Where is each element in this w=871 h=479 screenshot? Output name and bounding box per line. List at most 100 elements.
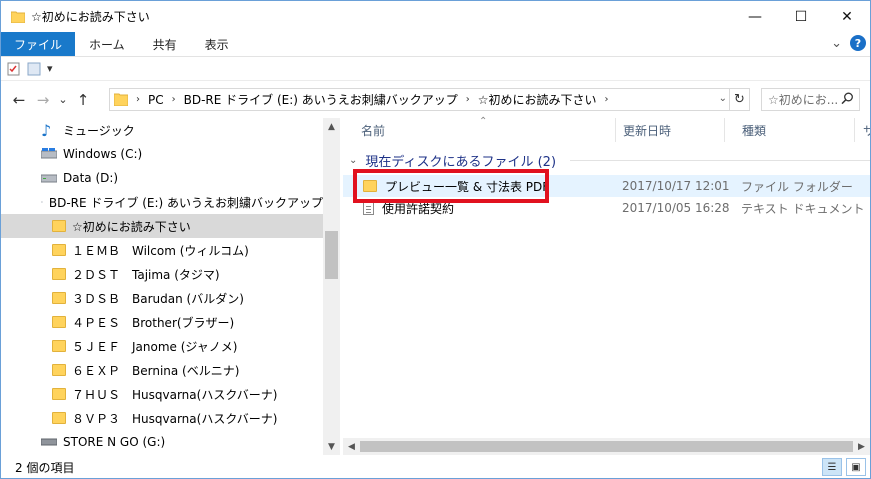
tab-share[interactable]: 共有 [139, 32, 191, 56]
nav-item-label: ５ＪＥＦ Janome (ジャノメ) [72, 339, 238, 354]
nav-item-data-d[interactable]: Data (D:) [1, 166, 323, 190]
nav-item-label: １ＥＭＢ Wilcom (ウィルコム) [72, 243, 249, 258]
breadcrumb-folder[interactable]: ☆初めにお読み下さい [478, 91, 597, 108]
scroll-thumb[interactable] [360, 441, 853, 452]
file-type: テキスト ドキュメント [741, 201, 865, 216]
drive-icon [41, 148, 57, 159]
folder-icon [52, 292, 66, 304]
breadcrumb-separator[interactable]: › [136, 94, 140, 105]
search-icon[interactable] [841, 92, 854, 105]
nav-item-label: ２ＤＳＴ Tajima (タジマ) [72, 267, 220, 282]
nav-item-label: ４ＰＥＳ Brother(ブラザー) [72, 315, 235, 330]
status-bar: 2 個の項目 ☰ ▣ [1, 455, 870, 478]
scroll-right-icon[interactable]: ▶ [853, 438, 870, 455]
tab-home[interactable]: ホーム [75, 32, 139, 56]
breadcrumb-separator[interactable]: › [466, 94, 470, 105]
back-icon[interactable]: ← [9, 90, 29, 110]
folder-icon [52, 220, 66, 232]
column-type[interactable]: 種類 [724, 118, 854, 142]
nav-item-label: Data (D:) [63, 171, 119, 185]
horizontal-scrollbar[interactable]: ◀ ▶ [343, 438, 870, 455]
group-header[interactable]: ⌄ 現在ディスクにあるファイル (2) [349, 151, 870, 170]
text-document-icon [363, 201, 374, 215]
nav-item-label: ７ＨＵＳ Husqvarna(ハスクバーナ) [72, 387, 278, 402]
nav-item-bd-drive[interactable]: BD-RE ドライブ (E:) あいうえお刺繍バックアップ [1, 190, 323, 214]
scroll-thumb[interactable] [325, 231, 338, 279]
folder-icon [114, 93, 128, 106]
nav-item-folder[interactable]: １ＥＭＢ Wilcom (ウィルコム) [1, 238, 323, 262]
address-row: ← → ⌄ ↑ › PC › BD-RE ドライブ (E:) あいうえお刺繍バッ… [1, 80, 870, 118]
address-bar[interactable]: › PC › BD-RE ドライブ (E:) あいうえお刺繍バックアップ › ☆… [109, 88, 750, 111]
nav-item-label: ミュージック [63, 123, 135, 138]
folder-icon [52, 244, 66, 256]
tab-view[interactable]: 表示 [191, 32, 243, 56]
scroll-up-icon[interactable]: ▲ [323, 118, 340, 135]
help-icon[interactable]: ? [850, 35, 866, 51]
nav-item-label: STORE N GO (G:) [63, 435, 166, 449]
column-date[interactable]: 更新日時 [605, 118, 724, 142]
new-folder-icon[interactable] [27, 62, 41, 76]
quick-access-toolbar: ▾ [1, 56, 870, 80]
refresh-icon[interactable]: ↻ [729, 89, 749, 110]
address-dropdown-icon[interactable]: ⌄ [719, 93, 727, 104]
nav-item-folder[interactable]: ２ＤＳＴ Tajima (タジマ) [1, 262, 323, 286]
properties-icon[interactable] [7, 62, 21, 76]
group-label: 現在ディスクにあるファイル (2) [365, 155, 557, 170]
breadcrumb-separator[interactable]: › [605, 94, 609, 105]
ribbon-tabs: ファイル ホーム 共有 表示 ⌄ ? [1, 32, 870, 56]
nav-item-label: ☆初めにお読み下さい [72, 219, 191, 234]
drive-icon [41, 174, 57, 183]
file-date: 2017/10/05 16:28 [622, 201, 730, 215]
drive-icon [41, 438, 57, 446]
search-box[interactable]: ☆初めにお... [761, 88, 860, 111]
customize-toolbar-icon[interactable]: ▾ [47, 62, 53, 75]
item-count: 2 個の項目 [15, 460, 75, 475]
nav-item-folder[interactable]: ７ＨＵＳ Husqvarna(ハスクバーナ) [1, 382, 323, 406]
breadcrumb-drive[interactable]: BD-RE ドライブ (E:) あいうえお刺繍バックアップ [184, 91, 458, 108]
maximize-button[interactable]: ☐ [778, 1, 824, 32]
details-view-icon[interactable]: ☰ [822, 458, 842, 476]
minimize-button[interactable]: — [732, 1, 778, 32]
column-name[interactable]: 名前 [343, 118, 615, 142]
column-headers: ⌃ 名前 更新日時 種類 サ [343, 116, 870, 142]
navigation-pane: ♪ ミュージック Windows (C:) Data (D:) BD-RE ドラ… [1, 118, 340, 455]
nav-item-label: ３ＤＳＢ Barudan (バルダン) [72, 291, 244, 306]
column-size[interactable]: サ [845, 118, 870, 142]
nav-item-windows-c[interactable]: Windows (C:) [1, 142, 323, 166]
explorer-window: ☆初めにお読み下さい — ☐ ✕ ファイル ホーム 共有 表示 ⌄ ? ▾ ← … [0, 0, 871, 479]
nav-item-label: Windows (C:) [63, 147, 143, 161]
nav-item-folder[interactable]: ６ＥＸＰ Bernina (ベルニナ) [1, 358, 323, 382]
folder-icon [52, 364, 66, 376]
scroll-down-icon[interactable]: ▼ [323, 438, 340, 455]
close-button[interactable]: ✕ [824, 1, 870, 32]
search-input[interactable]: ☆初めにお... [768, 91, 838, 108]
scroll-left-icon[interactable]: ◀ [343, 438, 360, 455]
folder-icon [52, 268, 66, 280]
folder-icon [52, 316, 66, 328]
forward-icon[interactable]: → [33, 90, 53, 110]
tab-file[interactable]: ファイル [1, 32, 76, 56]
nav-item-label: BD-RE ドライブ (E:) あいうえお刺繍バックアップ [48, 195, 323, 210]
up-icon[interactable]: ↑ [73, 90, 93, 110]
breadcrumb-pc[interactable]: PC [148, 93, 164, 107]
nav-item-folder[interactable]: ４ＰＥＳ Brother(ブラザー) [1, 310, 323, 334]
group-divider [570, 160, 870, 161]
folder-icon [52, 388, 66, 400]
ribbon-expand-icon[interactable]: ⌄ [831, 36, 842, 51]
folder-icon [11, 11, 25, 23]
recent-locations-icon[interactable]: ⌄ [57, 90, 69, 110]
nav-scrollbar[interactable]: ▲ ▼ [323, 118, 340, 455]
nav-item-selected-folder[interactable]: ☆初めにお読み下さい [1, 214, 323, 238]
breadcrumb-separator[interactable]: › [172, 94, 176, 105]
nav-item-music[interactable]: ♪ ミュージック [1, 118, 323, 142]
large-icons-view-icon[interactable]: ▣ [846, 458, 866, 476]
nav-item-folder[interactable]: ８ＶＰ３ Husqvarna(ハスクバーナ) [1, 406, 323, 430]
chevron-down-icon[interactable]: ⌄ [349, 155, 357, 166]
nav-item-store-n-go[interactable]: STORE N GO (G:) [1, 430, 323, 454]
nav-item-label: ８ＶＰ３ Husqvarna(ハスクバーナ) [72, 411, 278, 426]
disc-icon [41, 201, 43, 203]
title-bar: ☆初めにお読み下さい — ☐ ✕ [1, 1, 870, 32]
nav-item-folder[interactable]: ３ＤＳＢ Barudan (バルダン) [1, 286, 323, 310]
nav-item-folder[interactable]: ５ＪＥＦ Janome (ジャノメ) [1, 334, 323, 358]
folder-icon [52, 412, 66, 424]
